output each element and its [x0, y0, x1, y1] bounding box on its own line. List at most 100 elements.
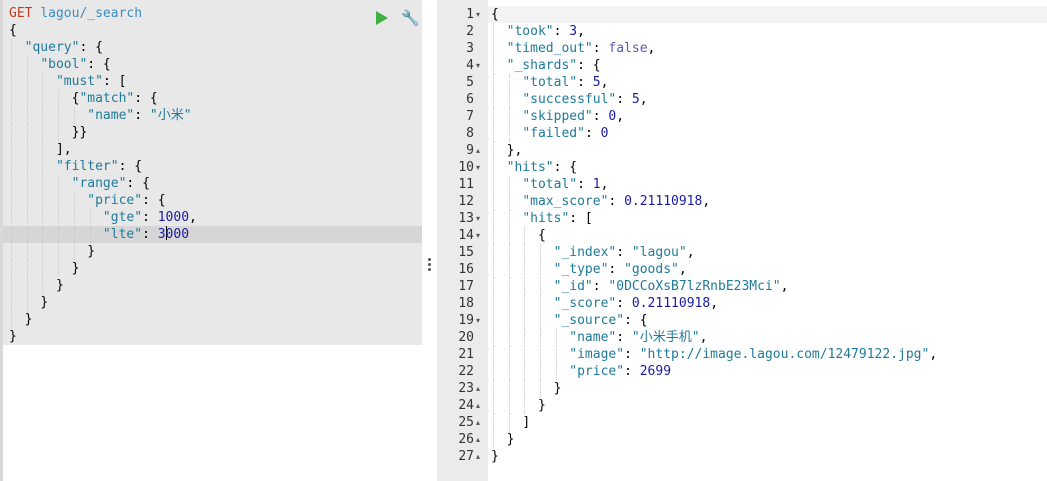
- response-code-line[interactable]: "failed": 0: [488, 125, 1047, 142]
- request-code-line[interactable]: }: [3, 311, 422, 328]
- request-code-line[interactable]: {: [3, 22, 422, 39]
- response-code-line[interactable]: "hits": [: [488, 210, 1047, 227]
- indent-guide: [11, 192, 12, 209]
- indent-guide: [42, 90, 44, 107]
- request-code-line[interactable]: }: [3, 328, 422, 345]
- code-token: "_id": [553, 279, 593, 294]
- response-editor[interactable]: { "took": 3, "timed_out": false, "_shard…: [488, 0, 1047, 481]
- response-code-line[interactable]: "hits": {: [488, 159, 1047, 176]
- indent-guide: [493, 193, 494, 210]
- request-code-line[interactable]: }: [3, 260, 422, 277]
- fold-toggle-icon[interactable]: ▾: [476, 159, 486, 176]
- fold-toggle-icon[interactable]: ▴: [476, 448, 486, 465]
- response-code-line[interactable]: "max_score": 0.21110918,: [488, 193, 1047, 210]
- fold-toggle-icon[interactable]: ▴: [476, 380, 486, 397]
- line-number: 11: [458, 177, 474, 192]
- request-code-line[interactable]: }: [3, 243, 422, 260]
- indent-guide: [42, 73, 44, 90]
- request-code-line[interactable]: "must": [: [3, 73, 422, 90]
- response-code-line[interactable]: {: [488, 6, 1047, 23]
- indent-guide: [26, 158, 28, 175]
- drag-handle-icon[interactable]: [428, 258, 431, 274]
- indent-guide: [493, 176, 494, 193]
- play-icon[interactable]: [376, 11, 388, 25]
- fold-toggle-icon[interactable]: ▴: [476, 142, 486, 159]
- response-code-line[interactable]: "_index": "lagou",: [488, 244, 1047, 261]
- indent-guide: [58, 124, 60, 141]
- indent-guide: [11, 209, 12, 226]
- indent-guide: [493, 244, 494, 261]
- response-code-line[interactable]: "_type": "goods",: [488, 261, 1047, 278]
- request-code-line[interactable]: "price": {: [3, 192, 422, 209]
- response-code-line[interactable]: "total": 1,: [488, 176, 1047, 193]
- indent-guide: [524, 329, 526, 346]
- code-token: :: [616, 245, 632, 260]
- response-code-line[interactable]: "_id": "0DCCoXsB7lzRnbE23Mci",: [488, 278, 1047, 295]
- response-code-line[interactable]: },: [488, 142, 1047, 159]
- request-code-line[interactable]: "query": {: [3, 39, 422, 56]
- indent-guide: [11, 73, 12, 90]
- fold-toggle-icon[interactable]: ▴: [476, 397, 486, 414]
- request-code-line[interactable]: "name": "小米": [3, 107, 422, 124]
- code-token: : {: [577, 58, 601, 73]
- code-token: false: [608, 41, 648, 56]
- fold-toggle-icon[interactable]: ▾: [476, 210, 486, 227]
- code-token: : {: [134, 91, 158, 106]
- indent-guide: [493, 261, 494, 278]
- request-editor[interactable]: GET lagou/_search { "query": { "bool": {…: [3, 0, 422, 345]
- line-number: 24: [458, 398, 474, 413]
- indent-guide: [508, 261, 510, 278]
- request-code-line[interactable]: "lte": 3000: [3, 226, 422, 243]
- response-code-line[interactable]: }: [488, 397, 1047, 414]
- response-code-line[interactable]: "skipped": 0,: [488, 108, 1047, 125]
- request-toolbar: 🔧: [376, 9, 420, 29]
- request-code-line[interactable]: ],: [3, 141, 422, 158]
- response-code-line[interactable]: "name": "小米手机",: [488, 329, 1047, 346]
- response-code-line[interactable]: "total": 5,: [488, 74, 1047, 91]
- fold-toggle-icon[interactable]: ▾: [476, 6, 486, 23]
- request-code-line[interactable]: }: [3, 277, 422, 294]
- code-token: "lagou": [631, 245, 687, 260]
- code-token: :: [616, 92, 632, 107]
- request-code-line[interactable]: "range": {: [3, 175, 422, 192]
- request-code-line[interactable]: {"match": {: [3, 90, 422, 107]
- code-token: "_index": [553, 245, 617, 260]
- indent-guide: [508, 91, 510, 108]
- response-code-line[interactable]: "took": 3,: [488, 23, 1047, 40]
- response-code-line[interactable]: ]: [488, 414, 1047, 431]
- response-code-line[interactable]: "_source": {: [488, 312, 1047, 329]
- response-code-line[interactable]: }: [488, 448, 1047, 465]
- response-code-line[interactable]: {: [488, 227, 1047, 244]
- fold-toggle-icon[interactable]: ▴: [476, 414, 486, 431]
- code-token: "hits": [522, 211, 570, 226]
- response-code-line[interactable]: "_score": 0.21110918,: [488, 295, 1047, 312]
- request-line-header[interactable]: GET lagou/_search: [3, 5, 422, 22]
- panel-splitter[interactable]: [422, 0, 437, 481]
- code-token: "hits": [506, 160, 554, 175]
- response-code-line[interactable]: "price": 2699: [488, 363, 1047, 380]
- response-code-line[interactable]: "image": "http://image.lagou.com/1247912…: [488, 346, 1047, 363]
- indent-guide: [555, 346, 557, 363]
- request-code-line[interactable]: }: [3, 294, 422, 311]
- code-token: : [: [102, 74, 127, 89]
- code-token: ,: [702, 194, 711, 209]
- request-code-line[interactable]: "gte": 1000,: [3, 209, 422, 226]
- request-code-line[interactable]: "filter": {: [3, 158, 422, 175]
- request-code-line[interactable]: "bool": {: [3, 56, 422, 73]
- response-code-line[interactable]: "timed_out": false,: [488, 40, 1047, 57]
- response-code-line[interactable]: "_shards": {: [488, 57, 1047, 74]
- line-number: 4: [466, 58, 474, 73]
- fold-toggle-icon[interactable]: ▴: [476, 431, 486, 448]
- wrench-icon[interactable]: 🔧: [401, 9, 420, 27]
- fold-toggle-icon[interactable]: ▾: [476, 57, 486, 74]
- code-token: :: [584, 126, 601, 141]
- indent-guide: [58, 175, 60, 192]
- indent-guide: [42, 175, 44, 192]
- request-code-line[interactable]: }}: [3, 124, 422, 141]
- code-token: {: [9, 23, 17, 38]
- fold-toggle-icon[interactable]: ▾: [476, 227, 486, 244]
- response-code-line[interactable]: "successful": 5,: [488, 91, 1047, 108]
- fold-toggle-icon[interactable]: ▾: [476, 312, 486, 329]
- response-code-line[interactable]: }: [488, 431, 1047, 448]
- response-code-line[interactable]: }: [488, 380, 1047, 397]
